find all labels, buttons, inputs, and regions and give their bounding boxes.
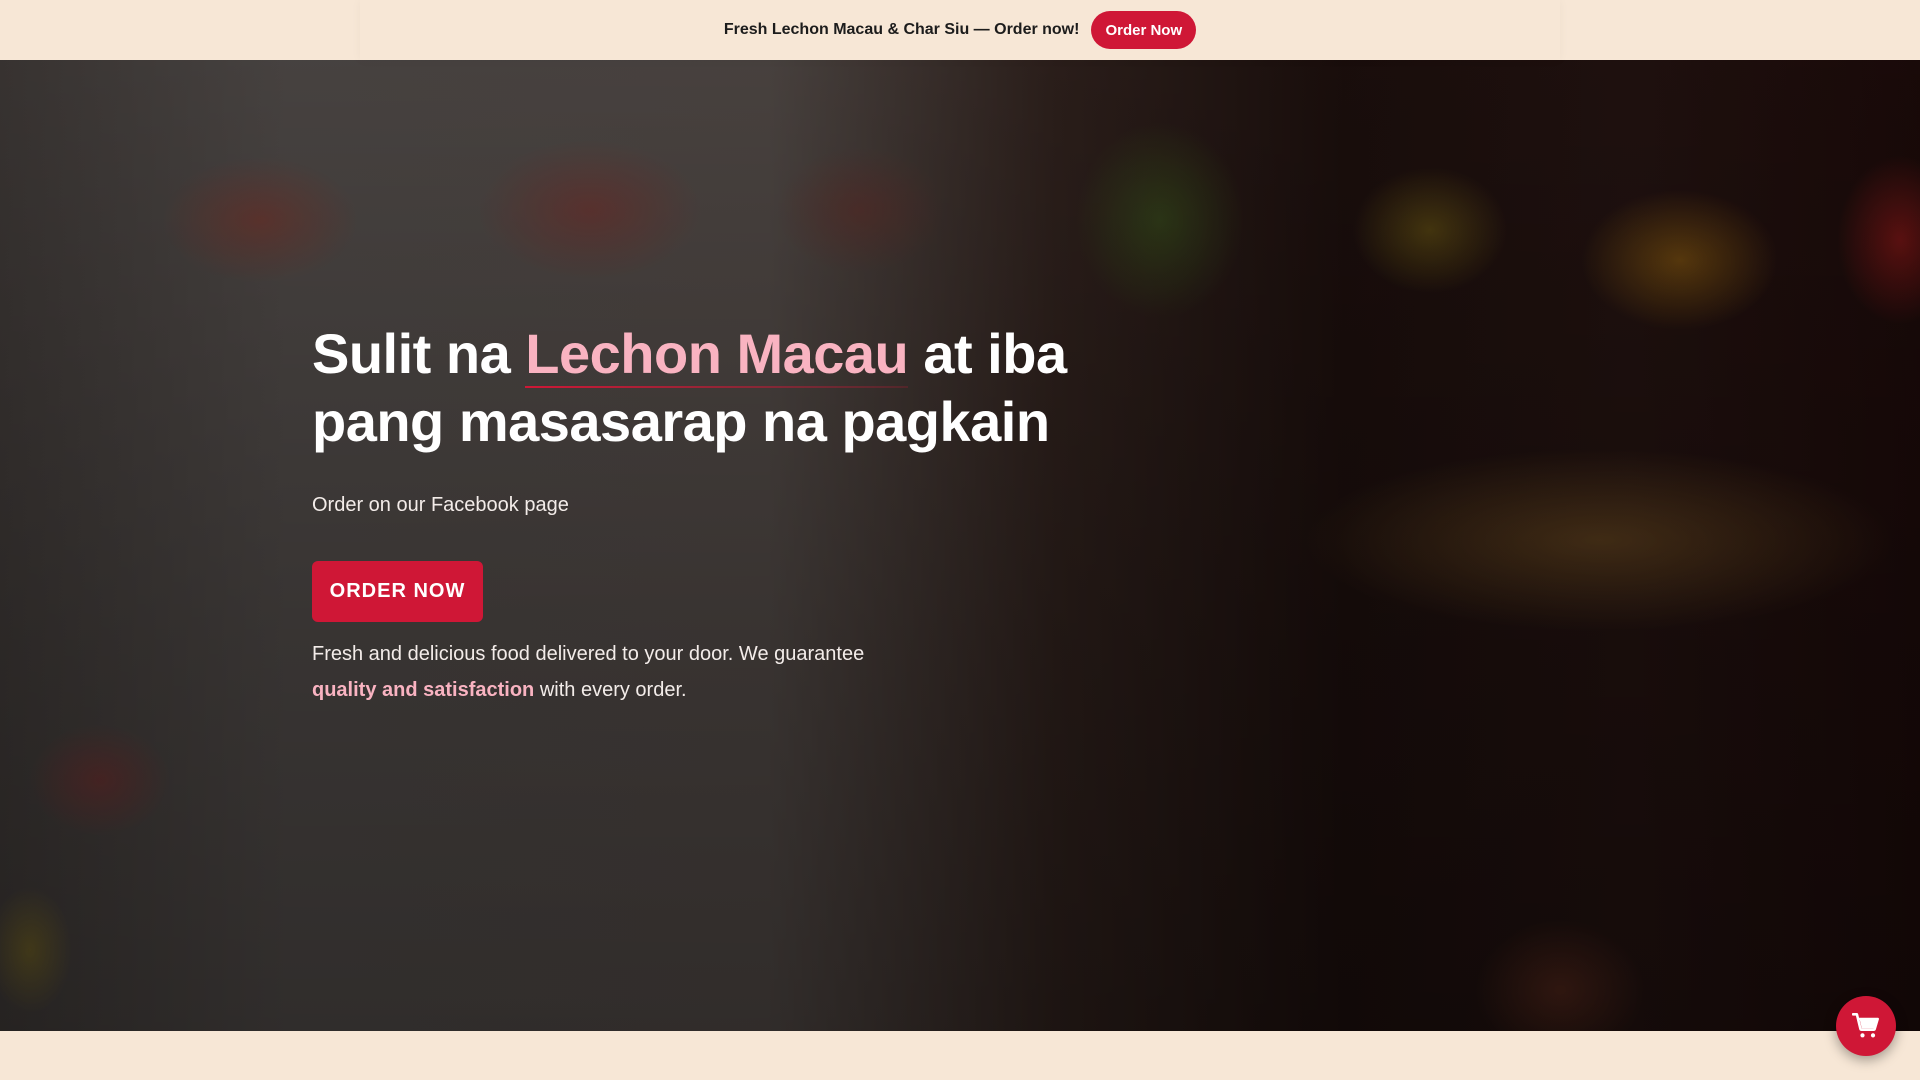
shopping-cart-icon [1852,1013,1879,1038]
description-highlight: quality and satisfaction [312,679,535,701]
headline-part-1: Sulit na [312,322,526,385]
order-now-button[interactable]: ORDER NOW [312,561,483,622]
headline-accent: Lechon Macau [525,320,909,388]
hero-subheading: Order on our Facebook page [312,494,569,516]
promo-bar: Fresh Lechon Macau & Char Siu — Order no… [0,0,1920,60]
promo-text: Fresh Lechon Macau & Char Siu — Order no… [723,21,1080,38]
cart-button[interactable] [1836,996,1896,1056]
hero-section: Sulit na Lechon Macau at iba pang masasa… [0,60,1920,1031]
promo-order-button[interactable]: Order Now [1091,11,1197,49]
hero-description: Fresh and delicious food delivered to yo… [312,636,912,708]
promo-bar-inner: Fresh Lechon Macau & Char Siu — Order no… [360,0,1560,60]
description-part-1: Fresh and delicious food delivered to yo… [312,643,865,665]
hero-content: Sulit na Lechon Macau at iba pang masasa… [312,320,1072,708]
hero-headline: Sulit na Lechon Macau at iba pang masasa… [312,320,1072,456]
description-part-2: with every order. [534,679,687,701]
